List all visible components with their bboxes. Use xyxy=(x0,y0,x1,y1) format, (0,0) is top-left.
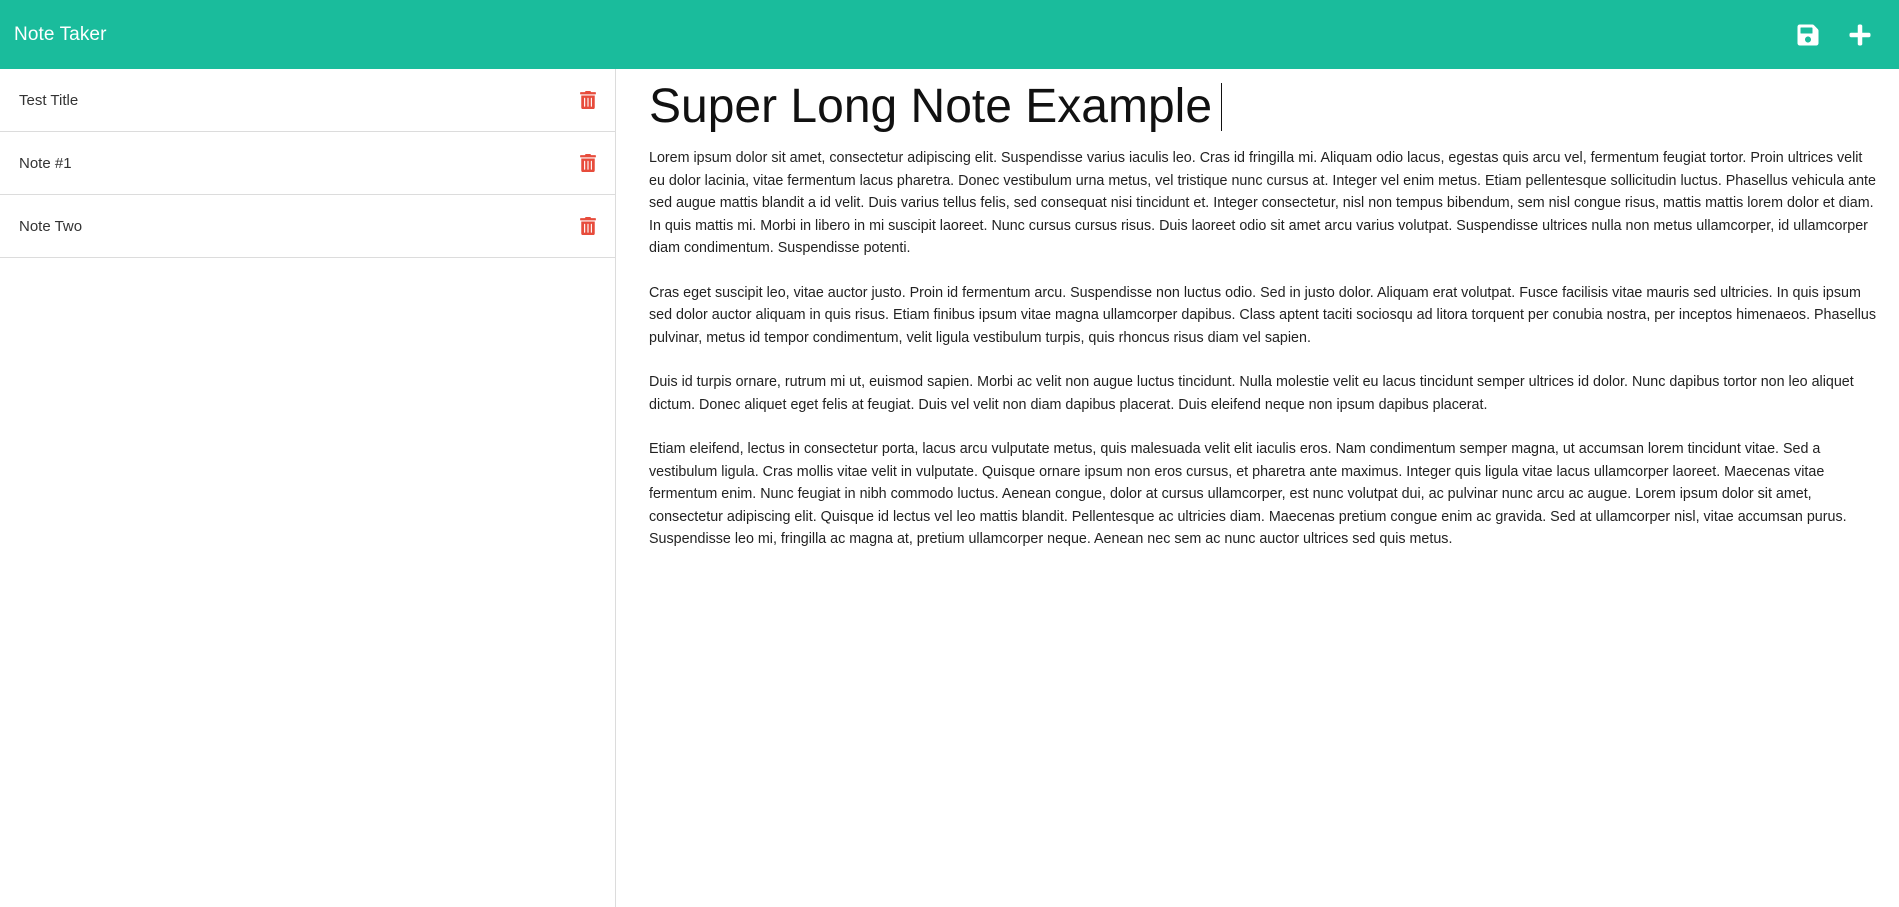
note-body-paragraph[interactable]: Lorem ipsum dolor sit amet, consectetur … xyxy=(649,147,1881,260)
note-list-item-title[interactable]: Note #1 xyxy=(19,155,72,172)
note-taker-app: Note Taker Test Title Note #1 Note Two S… xyxy=(0,0,1899,907)
trash-icon[interactable] xyxy=(579,90,597,110)
notes-sidebar: Test Title Note #1 Note Two xyxy=(0,69,616,907)
save-icon[interactable] xyxy=(1795,22,1821,48)
note-editor: Super Long Note Example Lorem ipsum dolo… xyxy=(616,69,1899,907)
note-title-input[interactable]: Super Long Note Example xyxy=(649,77,1881,137)
note-list-item-title[interactable]: Test Title xyxy=(19,92,78,109)
trash-icon-graphic xyxy=(580,154,596,172)
plus-icon-graphic xyxy=(1849,24,1871,45)
save-icon-graphic xyxy=(1797,24,1819,45)
note-list: Test Title Note #1 Note Two xyxy=(0,69,615,258)
note-list-item[interactable]: Test Title xyxy=(0,69,615,132)
navbar: Note Taker xyxy=(0,0,1899,69)
navbar-actions xyxy=(1795,22,1873,48)
plus-icon[interactable] xyxy=(1847,22,1873,48)
content-area: Test Title Note #1 Note Two Super Long N… xyxy=(0,69,1899,907)
note-body-paragraph[interactable]: Etiam eleifend, lectus in consectetur po… xyxy=(649,438,1881,551)
trash-icon-graphic xyxy=(580,217,596,235)
note-list-item[interactable]: Note Two xyxy=(0,195,615,258)
note-list-item-title[interactable]: Note Two xyxy=(19,218,82,235)
note-body-paragraph[interactable]: Duis id turpis ornare, rutrum mi ut, eui… xyxy=(649,371,1881,416)
note-body-paragraph[interactable]: Cras eget suscipit leo, vitae auctor jus… xyxy=(649,282,1881,350)
note-title-text[interactable]: Super Long Note Example xyxy=(649,77,1212,137)
text-cursor xyxy=(1221,83,1223,131)
trash-icon[interactable] xyxy=(579,216,597,236)
trash-icon-graphic xyxy=(580,91,596,109)
note-body-textarea[interactable]: Lorem ipsum dolor sit amet, consectetur … xyxy=(649,147,1881,551)
note-list-item[interactable]: Note #1 xyxy=(0,132,615,195)
app-brand[interactable]: Note Taker xyxy=(14,24,107,46)
trash-icon[interactable] xyxy=(579,153,597,173)
